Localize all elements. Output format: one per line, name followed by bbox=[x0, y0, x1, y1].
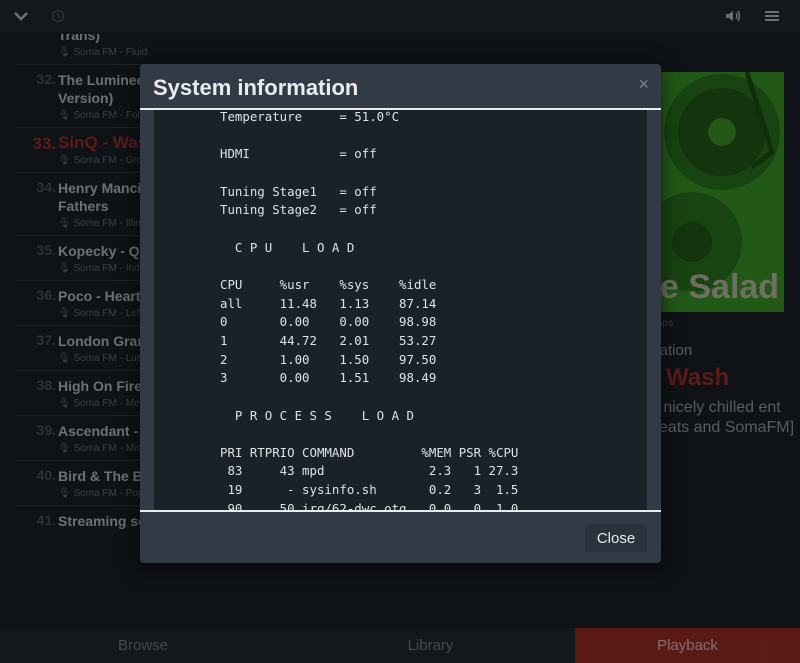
system-info-dialog: System information × Temperature = 51.0°… bbox=[140, 64, 661, 563]
sysinfo-panel[interactable]: Temperature = 51.0°C HDMI = off Tuning S… bbox=[154, 110, 647, 510]
divider bbox=[140, 510, 661, 512]
close-button[interactable]: Close bbox=[585, 524, 647, 552]
sysinfo-text: Temperature = 51.0°C HDMI = off Tuning S… bbox=[220, 110, 519, 510]
dialog-title: System information bbox=[153, 75, 359, 100]
close-icon[interactable]: × bbox=[638, 74, 649, 95]
scrollbar[interactable] bbox=[647, 110, 661, 510]
